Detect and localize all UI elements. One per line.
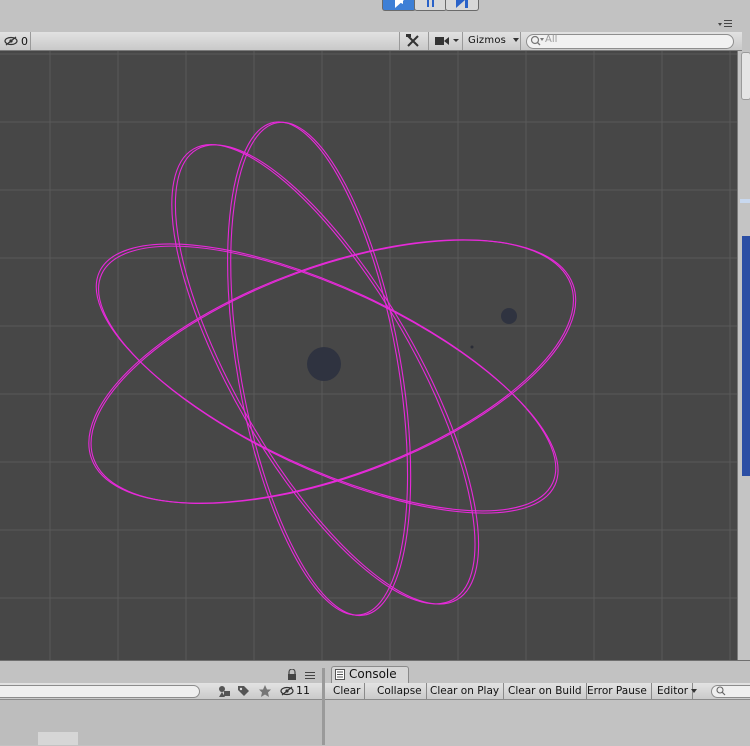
collapse-button[interactable]: Collapse [373, 683, 427, 699]
lock-icon[interactable] [287, 669, 297, 681]
sun-sphere[interactable] [307, 347, 341, 381]
play-button[interactable] [382, 0, 416, 11]
scene-view[interactable] [0, 51, 737, 660]
pause-icon [427, 0, 434, 7]
eye-hidden-icon [280, 686, 294, 695]
chevron-down-icon[interactable] [512, 37, 520, 43]
search-placeholder: All [545, 34, 558, 45]
hidden-objects-toggle[interactable]: 0 [4, 32, 28, 50]
play-icon [395, 0, 404, 8]
grid [0, 51, 737, 660]
asset-thumbnail[interactable] [38, 732, 78, 745]
search-icon [716, 686, 726, 696]
panel-menu-icon[interactable] [718, 18, 732, 28]
top-toolbar [0, 0, 750, 16]
error-pause-button[interactable]: Error Pause [583, 683, 652, 699]
project-search-input[interactable] [0, 685, 200, 698]
pause-button[interactable] [414, 0, 447, 11]
hidden-count-label: 0 [21, 34, 28, 48]
tools-icon[interactable] [405, 33, 421, 49]
console-tab-label: Console [349, 667, 397, 681]
editor-dropdown[interactable]: Editor [653, 683, 694, 699]
chevron-down-icon [691, 689, 697, 693]
clear-on-play-button[interactable]: Clear on Play [426, 683, 505, 699]
console-log-area [325, 700, 750, 745]
gizmos-button[interactable]: Gizmos [468, 35, 506, 46]
scene-canvas[interactable] [0, 51, 737, 660]
project-hidden-count-label: 11 [296, 684, 310, 697]
clear-on-build-button[interactable]: Clear on Build [504, 683, 587, 699]
toolbar-divider [462, 32, 463, 50]
step-button[interactable] [445, 0, 479, 11]
toolbar-divider [428, 32, 429, 50]
selection-strip [740, 199, 750, 203]
camera-icon[interactable] [434, 35, 460, 47]
small-body [470, 345, 474, 349]
console-icon [335, 669, 345, 680]
eye-hidden-icon [4, 36, 18, 46]
step-icon [456, 0, 468, 8]
selected-item-highlight [742, 236, 750, 476]
planet-sphere[interactable] [501, 308, 517, 324]
project-hidden-toggle[interactable]: 11 [280, 684, 310, 697]
panel-menu-icon[interactable] [305, 671, 315, 680]
star-icon[interactable] [258, 684, 272, 698]
toolbar-divider [30, 32, 31, 50]
scene-tab-header [0, 16, 742, 32]
scrollbar-thumb[interactable] [741, 52, 750, 100]
label-tag-icon[interactable] [236, 684, 250, 698]
clear-button[interactable]: Clear [329, 683, 366, 699]
toolbar-divider [520, 32, 521, 50]
filter-by-type-icon[interactable] [216, 684, 232, 698]
search-icon [530, 35, 544, 46]
toolbar-divider [399, 32, 400, 50]
